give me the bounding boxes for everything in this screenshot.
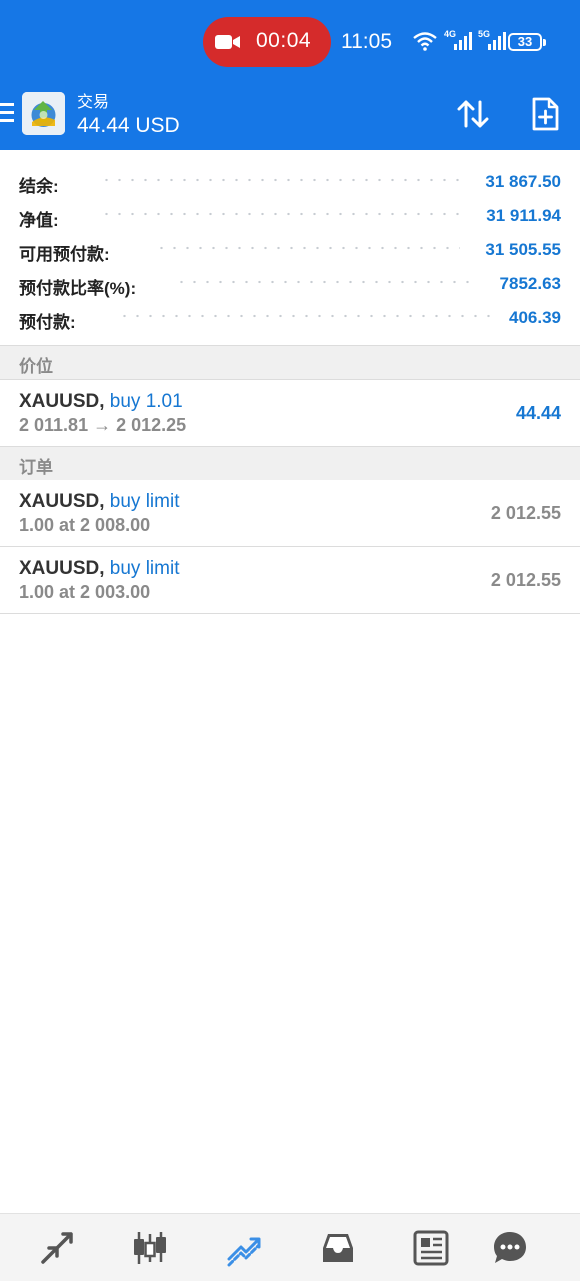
screen-record-indicator[interactable]: 00:04 (203, 17, 331, 67)
summary-value: 7852.63 (499, 274, 561, 293)
summary-row-margin-level: 预付款比率(%): 7852.63 (0, 266, 580, 300)
signal-bars-icon (488, 32, 506, 50)
order-detail: 1.00 at 2 003.00 (19, 582, 151, 602)
menu-icon[interactable] (0, 103, 14, 125)
positions-section-header: 价位 (0, 345, 580, 380)
orders-section-header: 订单 (0, 446, 580, 481)
page-title: 交易 (77, 94, 110, 111)
trade-icon[interactable] (224, 1228, 264, 1268)
summary-label: 预付款: (19, 313, 76, 332)
dotted-leader (100, 178, 460, 182)
position-action: buy 1.01 (109, 391, 183, 412)
news-icon[interactable] (411, 1228, 451, 1268)
app-header: 00:04 11:05 4G 5G 33 交易 44.44 USD (0, 0, 580, 150)
order-action: buy limit (109, 558, 180, 579)
dotted-leader (175, 280, 475, 284)
app-logo (22, 92, 65, 135)
dotted-leader (155, 246, 460, 250)
dotted-leader (100, 212, 460, 216)
dotted-leader (118, 314, 490, 318)
chat-icon[interactable] (490, 1228, 530, 1268)
summary-row-margin: 预付款: 406.39 (0, 300, 580, 334)
summary-value: 31 505.55 (485, 240, 561, 259)
order-row[interactable]: XAUUSD, buy limit 1.00 at 2 008.00 2 012… (0, 480, 580, 547)
order-title: XAUUSD, buy limit (19, 558, 179, 580)
order-current-price: 2 012.55 (490, 570, 561, 590)
order-action: buy limit (109, 491, 180, 512)
summary-label: 预付款比率(%): (19, 279, 137, 298)
position-row[interactable]: XAUUSD, buy 1.01 2 011.81 → 2 012.25 44.… (0, 380, 580, 447)
order-row[interactable]: XAUUSD, buy limit 1.00 at 2 003.00 2 012… (0, 547, 580, 614)
chart-icon[interactable] (130, 1228, 170, 1268)
position-price-change: 2 011.81 → 2 012.25 (19, 415, 187, 435)
section-title: 价位 (19, 357, 53, 376)
wifi-icon (413, 32, 437, 51)
record-timer: 00:04 (256, 29, 312, 52)
summary-value: 31 867.50 (485, 172, 561, 191)
order-current-price: 2 012.55 (490, 503, 561, 523)
battery-icon: 33 (508, 33, 542, 51)
summary-row-free-margin: 可用预付款: 31 505.55 (0, 232, 580, 266)
metatrader-logo-icon (22, 92, 65, 135)
order-detail: 1.00 at 2 008.00 (19, 515, 151, 535)
position-symbol: XAUUSD, (19, 391, 105, 412)
battery-tip (543, 39, 546, 46)
summary-label: 结余: (19, 177, 59, 196)
signal-4g: 4G (444, 30, 472, 52)
quotes-icon[interactable] (37, 1228, 77, 1268)
header-balance: 44.44 USD (77, 114, 180, 137)
position-profit: 44.44 (515, 403, 561, 423)
history-icon[interactable] (318, 1228, 358, 1268)
signal-5g: 5G (478, 30, 506, 52)
new-order-icon[interactable] (527, 96, 563, 132)
order-symbol: XAUUSD, (19, 491, 105, 512)
summary-value: 31 911.94 (486, 206, 561, 225)
position-title: XAUUSD, buy 1.01 (19, 391, 183, 413)
status-clock: 11:05 (341, 30, 392, 53)
bottom-navigation (0, 1213, 580, 1281)
order-title: XAUUSD, buy limit (19, 491, 179, 513)
summary-label: 净值: (19, 211, 59, 230)
summary-label: 可用预付款: (19, 245, 110, 264)
order-symbol: XAUUSD, (19, 558, 105, 579)
signal-bars-icon (454, 32, 472, 50)
summary-value: 406.39 (509, 308, 561, 327)
status-icons: 4G 5G (412, 30, 506, 52)
video-camera-icon (215, 35, 240, 49)
summary-row-equity: 净值: 31 911.94 (0, 198, 580, 232)
summary-row-balance: 结余: 31 867.50 (0, 164, 580, 198)
sort-icon[interactable] (455, 96, 491, 132)
section-title: 订单 (19, 458, 53, 477)
